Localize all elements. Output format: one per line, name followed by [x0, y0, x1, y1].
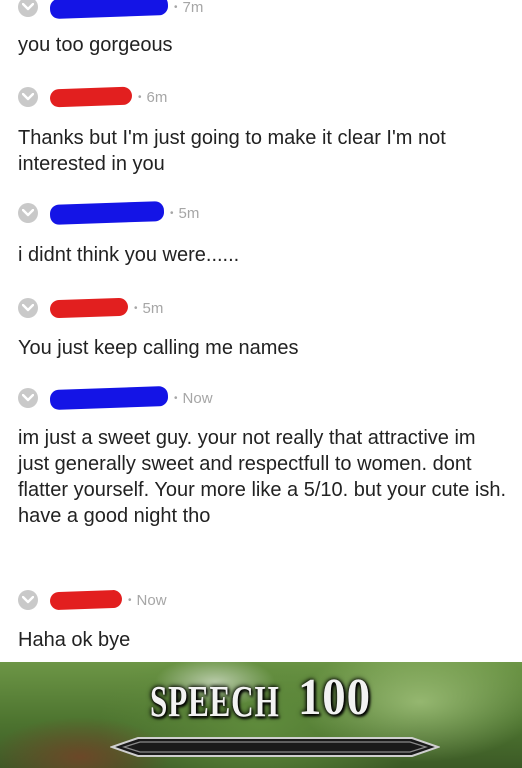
comment-time: • 5m	[170, 204, 200, 222]
comment-text: you too gorgeous	[18, 34, 173, 56]
chevron-down-icon[interactable]	[18, 203, 38, 223]
chevron-down-icon[interactable]	[18, 298, 38, 318]
chevron-down-icon[interactable]	[18, 0, 38, 17]
comment-text: im just a sweet guy. your not really tha…	[18, 427, 507, 527]
skill-levelup-banner: SPEECH 100	[0, 662, 522, 768]
chevron-down-icon[interactable]	[18, 590, 38, 610]
redacted-username	[49, 201, 165, 225]
comment-time: • 6m	[138, 88, 168, 106]
redacted-username	[49, 86, 133, 108]
comment-header: • Now	[18, 385, 213, 411]
redacted-username	[49, 589, 123, 611]
redacted-username	[49, 0, 169, 20]
comment-time: • 5m	[134, 299, 164, 317]
comment-text: i didnt think you were......	[18, 244, 240, 266]
skill-level: 100	[298, 669, 371, 726]
comment-header: • Now	[18, 589, 167, 611]
chevron-down-icon[interactable]	[18, 388, 38, 408]
skill-title: SPEECH 100	[150, 668, 379, 727]
redacted-username	[49, 297, 129, 319]
comment-text: Haha ok bye	[18, 629, 131, 651]
comment-header: • 6m	[18, 86, 167, 108]
comment-text: Thanks but I'm just going to make it cle…	[18, 127, 446, 175]
comment-thread: • 7m you too gorgeous • 6m Thanks but I'm …	[0, 0, 522, 662]
skill-name: SPEECH	[150, 675, 280, 726]
redacted-username	[49, 385, 169, 411]
skill-progress-bar	[110, 737, 440, 757]
comment-time: • Now	[128, 591, 167, 609]
comment-header: • 5m	[18, 297, 163, 319]
comment-text: You just keep calling me names	[18, 337, 299, 359]
chevron-down-icon[interactable]	[18, 87, 38, 107]
comment-time: • Now	[174, 389, 213, 407]
comment-time: • 7m	[174, 0, 204, 16]
comment-header: • 7m	[18, 0, 204, 20]
comment-header: • 5m	[18, 201, 200, 225]
